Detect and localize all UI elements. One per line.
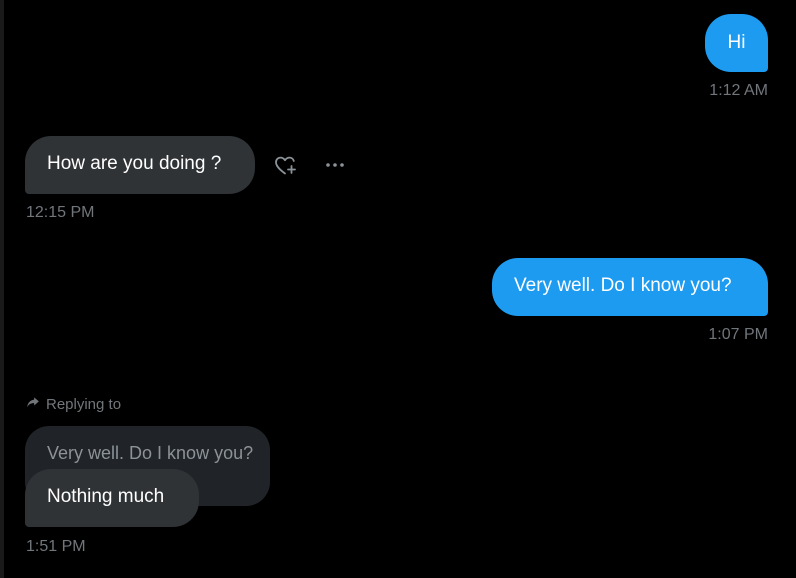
message-bubble-sent[interactable]: Hi bbox=[705, 14, 768, 72]
reply-arrow-icon bbox=[26, 395, 40, 413]
heart-plus-icon[interactable] bbox=[271, 151, 299, 179]
quoted-message-text: Very well. Do I know you? bbox=[47, 443, 254, 463]
message-timestamp: 1:51 PM bbox=[26, 538, 86, 555]
message-timestamp: 12:15 PM bbox=[26, 204, 95, 221]
more-horizontal-icon[interactable] bbox=[321, 151, 349, 179]
message-timestamp: 1:07 PM bbox=[708, 326, 768, 343]
message-actions bbox=[271, 151, 349, 179]
panel-border bbox=[0, 0, 4, 578]
message-bubble-sent[interactable]: Very well. Do I know you? bbox=[492, 258, 768, 316]
reply-context: Replying to bbox=[26, 395, 121, 413]
message-bubble-received[interactable]: How are you doing ? bbox=[25, 136, 255, 194]
reply-label-text: Replying to bbox=[46, 395, 122, 413]
message-timestamp: 1:12 AM bbox=[709, 82, 768, 99]
message-bubble-received[interactable]: Nothing much bbox=[25, 469, 199, 527]
